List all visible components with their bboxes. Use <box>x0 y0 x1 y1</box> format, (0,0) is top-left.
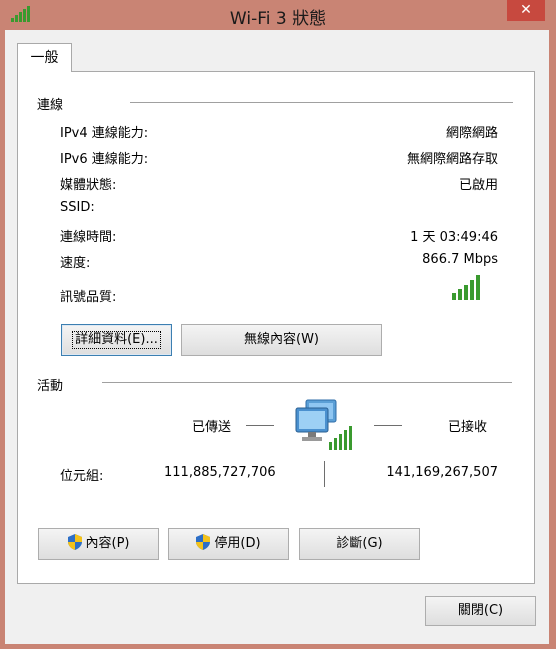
received-line <box>374 425 402 426</box>
speed-value: 866.7 Mbps <box>422 252 498 267</box>
details-button[interactable]: 詳細資料(E)... <box>61 324 172 356</box>
ssid-label: SSID: <box>60 200 95 215</box>
bytes-separator <box>324 461 325 487</box>
connection-divider <box>130 102 513 103</box>
sent-label: 已傳送 <box>192 420 232 435</box>
uac-shield-icon <box>67 534 82 550</box>
media-state-label: 媒體狀態: <box>60 178 117 193</box>
details-button-label: 詳細資料(E)... <box>72 331 161 349</box>
bytes-sent-value: 111,885,727,706 <box>164 465 276 480</box>
signal-quality-label: 訊號品質: <box>60 290 117 305</box>
tab-general[interactable]: 一般 <box>17 43 72 72</box>
duration-value: 1 天 03:49:46 <box>410 230 498 245</box>
disable-button[interactable]: 停用(D) <box>168 528 289 560</box>
wireless-properties-button[interactable]: 無線內容(W) <box>181 324 382 356</box>
title-bar: Wi-Fi 3 狀態 ✕ <box>0 0 556 30</box>
diagnose-button[interactable]: 診斷(G) <box>299 528 420 560</box>
dialog-body: 一般 連線 IPv4 連線能力: 網際網路 IPv6 連線能力: 無網際網路存取… <box>5 30 549 644</box>
bytes-label: 位元組: <box>60 469 104 484</box>
ipv6-label: IPv6 連線能力: <box>60 152 149 167</box>
network-computer-icon <box>295 399 352 450</box>
window-close-button[interactable]: ✕ <box>507 0 545 21</box>
ipv4-value: 網際網路 <box>445 126 498 141</box>
close-button[interactable]: 關閉(C) <box>425 596 536 626</box>
duration-label: 連線時間: <box>60 230 117 245</box>
window-title: Wi-Fi 3 狀態 <box>229 9 327 29</box>
signal-quality-icon <box>452 275 480 300</box>
ipv6-value: 無網際網路存取 <box>406 152 498 167</box>
properties-button-label: 內容(P) <box>85 536 130 551</box>
general-tab-panel: 連線 IPv4 連線能力: 網際網路 IPv6 連線能力: 無網際網路存取 媒體… <box>17 71 535 584</box>
uac-shield-icon <box>196 534 211 550</box>
speed-label: 速度: <box>60 256 91 271</box>
media-state-value: 已啟用 <box>458 178 498 193</box>
received-label: 已接收 <box>448 420 488 435</box>
activity-section-title: 活動 <box>37 379 64 394</box>
disable-button-label: 停用(D) <box>214 536 261 551</box>
connection-section-title: 連線 <box>37 98 64 113</box>
activity-divider <box>102 382 512 383</box>
ipv4-label: IPv4 連線能力: <box>60 126 149 141</box>
properties-button[interactable]: 內容(P) <box>38 528 159 560</box>
sent-line <box>246 425 274 426</box>
bytes-received-value: 141,169,267,507 <box>386 465 498 480</box>
